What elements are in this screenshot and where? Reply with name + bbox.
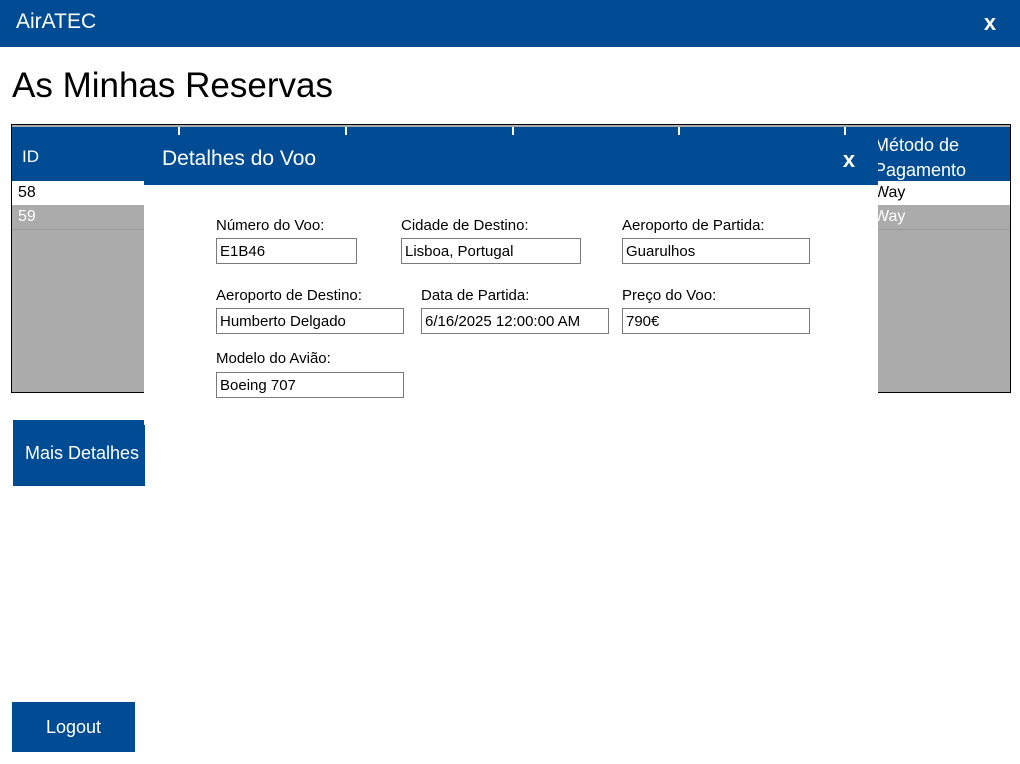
row-id: 59 <box>18 208 36 225</box>
row-payment: Way <box>874 208 906 225</box>
column-resize-handle[interactable] <box>844 127 846 135</box>
more-details-button[interactable]: Mais Detalhes <box>13 420 145 486</box>
flight-price-field[interactable] <box>622 308 810 334</box>
logout-button[interactable]: Logout <box>12 702 135 752</box>
column-resize-handle[interactable] <box>512 127 514 135</box>
row-payment: Way <box>874 184 906 201</box>
destination-airport-label: Aeroporto de Destino: <box>216 287 362 304</box>
departure-airport-field[interactable] <box>622 238 810 264</box>
flight-details-dialog: Detalhes do Voo x Número do Voo: Cidade … <box>144 135 878 425</box>
title-bar: AirATEC x <box>0 0 1020 47</box>
app-title: AirATEC <box>16 10 97 33</box>
aircraft-model-field[interactable] <box>216 372 404 398</box>
page-title: As Minhas Reservas <box>12 66 333 105</box>
flight-price-label: Preço do Voo: <box>622 287 717 304</box>
flight-number-label: Número do Voo: <box>216 217 325 234</box>
column-header-payment[interactable]: Método de Pagamento <box>874 133 1004 183</box>
close-icon[interactable]: x <box>834 145 864 175</box>
close-icon[interactable]: x <box>975 8 1005 38</box>
row-id: 58 <box>18 184 36 201</box>
column-resize-handle[interactable] <box>178 127 180 135</box>
destination-city-field[interactable] <box>401 238 581 264</box>
dialog-header: Detalhes do Voo x <box>144 135 878 185</box>
column-resize-handle[interactable] <box>345 127 347 135</box>
column-header-id[interactable]: ID <box>22 147 39 167</box>
column-resize-handle[interactable] <box>678 127 680 135</box>
dialog-title: Detalhes do Voo <box>162 147 317 170</box>
destination-airport-field[interactable] <box>216 308 404 334</box>
departure-date-field[interactable] <box>421 308 609 334</box>
destination-city-label: Cidade de Destino: <box>401 217 529 234</box>
flight-number-field[interactable] <box>216 238 357 264</box>
aircraft-model-label: Modelo do Avião: <box>216 350 331 367</box>
departure-date-label: Data de Partida: <box>421 287 530 304</box>
departure-airport-label: Aeroporto de Partida: <box>622 217 765 234</box>
